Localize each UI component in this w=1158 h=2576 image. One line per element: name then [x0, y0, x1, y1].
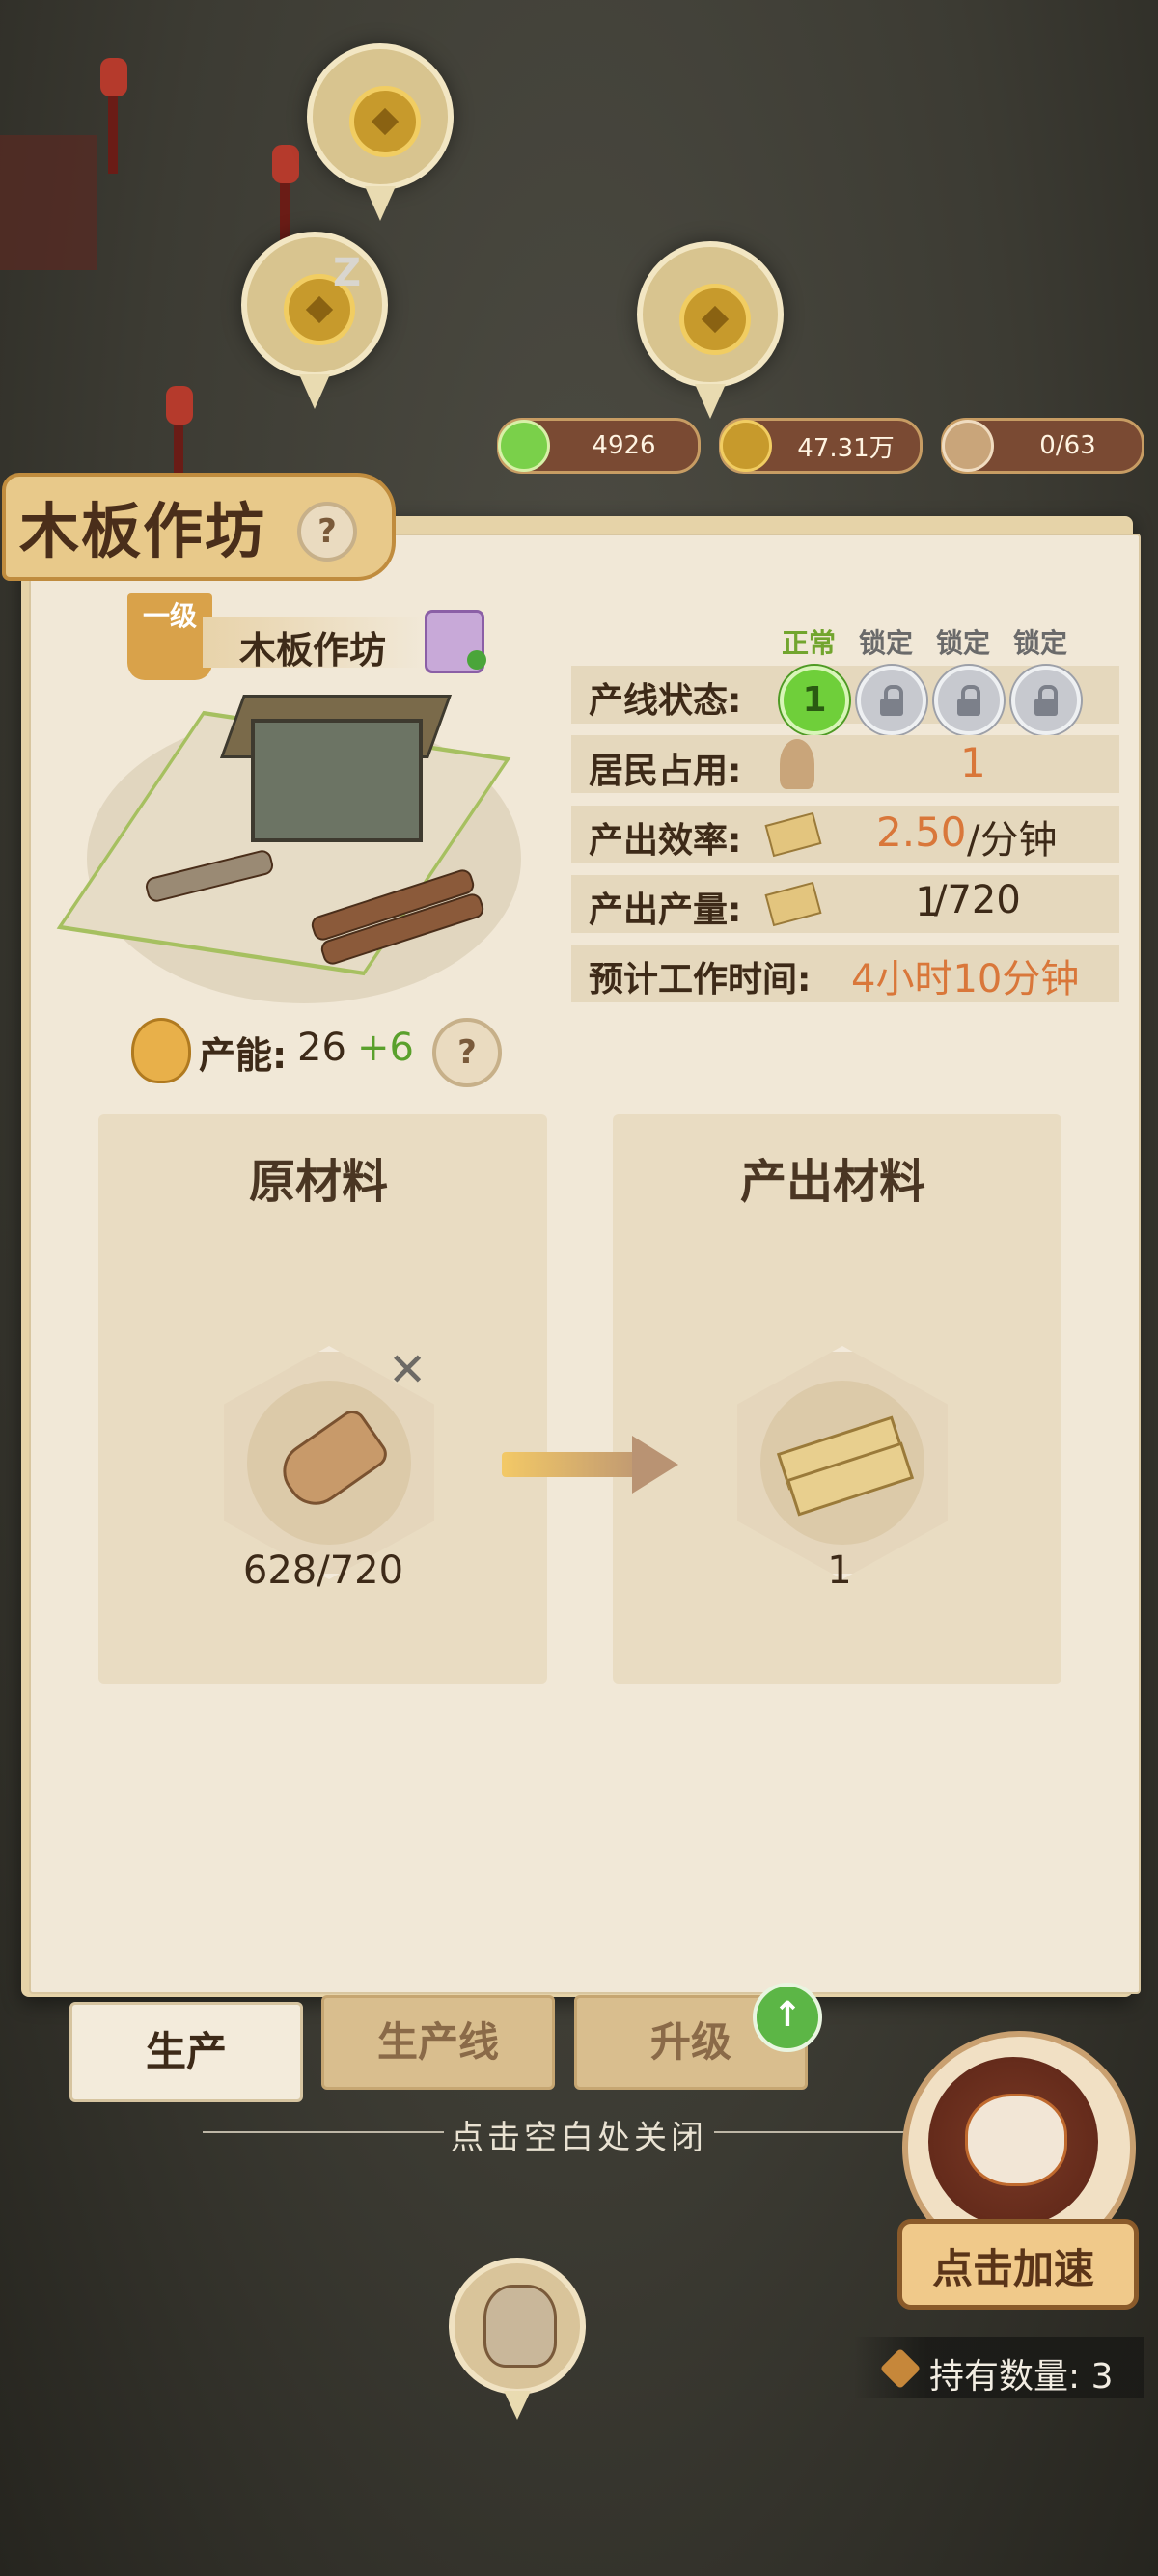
slot-header-locked: 锁定 [859, 627, 914, 659]
resource-jade[interactable]: 4926 [497, 418, 701, 474]
remove-material-button[interactable]: ✕ [388, 1343, 427, 1397]
input-material-title: 原材料 [249, 1155, 389, 1209]
output-total: /720 [934, 878, 1021, 922]
output-material-title: 产出材料 [740, 1155, 926, 1209]
conversion-arrow-head [632, 1436, 678, 1494]
work-time-value: 4小时10分钟 [851, 957, 1080, 1001]
jar-icon [483, 2285, 557, 2368]
slot-header-normal: 正常 [782, 627, 837, 659]
capacity-value: 26 [297, 1026, 346, 1070]
jade-coin-icon [498, 420, 550, 472]
speed-up-label[interactable]: 点击加速 [897, 2236, 1129, 2295]
hold-count: 持有数量: 3 [929, 2357, 1114, 2397]
tab-production-line[interactable]: 生产线 [321, 1995, 555, 2090]
efficiency-label: 产出效率: [589, 821, 742, 861]
coin-icon [349, 86, 421, 157]
efficiency-unit: /分钟 [967, 818, 1058, 863]
output-label: 产出产量: [589, 891, 742, 930]
line-status-label: 产线状态: [589, 681, 742, 721]
production-slot-locked[interactable] [1011, 666, 1081, 735]
production-slot-active[interactable]: 1 [780, 666, 849, 735]
tab-production[interactable]: 生产 [69, 2002, 303, 2102]
cat-icon [965, 2094, 1067, 2186]
efficiency-value: 2.50 [876, 808, 967, 856]
sleep-zz-icon: Z [333, 251, 362, 295]
resource-value: 0/63 [1039, 431, 1096, 460]
panel-title: 木板作坊 [19, 496, 267, 566]
map-coin-marker[interactable] [241, 232, 388, 409]
input-material-count: 628/720 [242, 1548, 404, 1593]
output-material-count: 1 [827, 1548, 852, 1593]
upgrade-available-icon: ↑ [753, 1983, 822, 2052]
resident-worker-icon [780, 739, 814, 789]
capacity-help-button[interactable]: ? [432, 1018, 502, 1087]
slot-header-locked: 锁定 [1013, 627, 1068, 659]
upgrade-arrow-icon [467, 650, 486, 670]
residents-label: 居民占用: [589, 752, 742, 791]
capacity-bag-icon [131, 1018, 191, 1083]
capacity-bonus: +6 [357, 1026, 414, 1070]
worker-icon [942, 420, 994, 472]
conversion-arrow [502, 1452, 637, 1477]
copper-coin-icon [720, 420, 772, 472]
production-slot-locked[interactable] [934, 666, 1004, 735]
building-name: 木板作坊 [239, 629, 387, 671]
resource-value: 4926 [592, 431, 656, 460]
slot-header-locked: 锁定 [936, 627, 991, 659]
coin-icon [679, 284, 751, 355]
map-jar-marker[interactable] [449, 2258, 586, 2420]
resource-workers[interactable]: 0/63 [941, 418, 1144, 474]
map-coin-marker[interactable] [637, 241, 784, 419]
capacity-label: 产能: [199, 1034, 288, 1077]
level-label: 一级 [143, 600, 198, 632]
residents-value: 1 [960, 739, 986, 786]
work-time-label: 预计工作时间: [589, 960, 812, 1000]
map-coin-marker[interactable] [307, 43, 454, 221]
resource-value: 47.31万 [797, 433, 895, 463]
production-slot-locked[interactable] [857, 666, 926, 735]
title-help-button[interactable]: ? [297, 502, 357, 562]
resource-copper[interactable]: 47.31万 [719, 418, 923, 474]
